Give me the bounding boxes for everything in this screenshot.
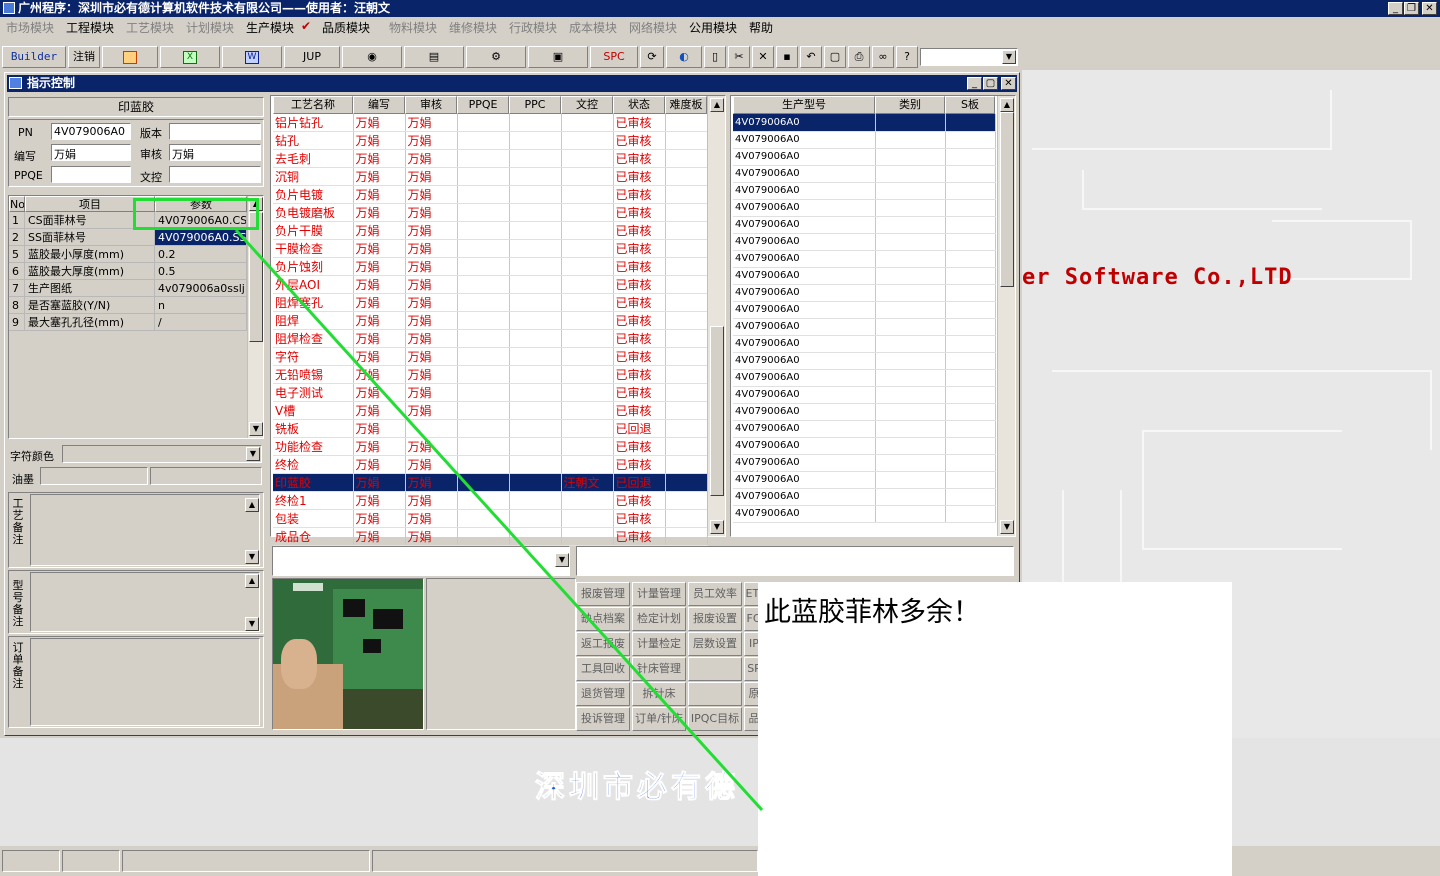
annotation-arrow xyxy=(234,228,764,812)
